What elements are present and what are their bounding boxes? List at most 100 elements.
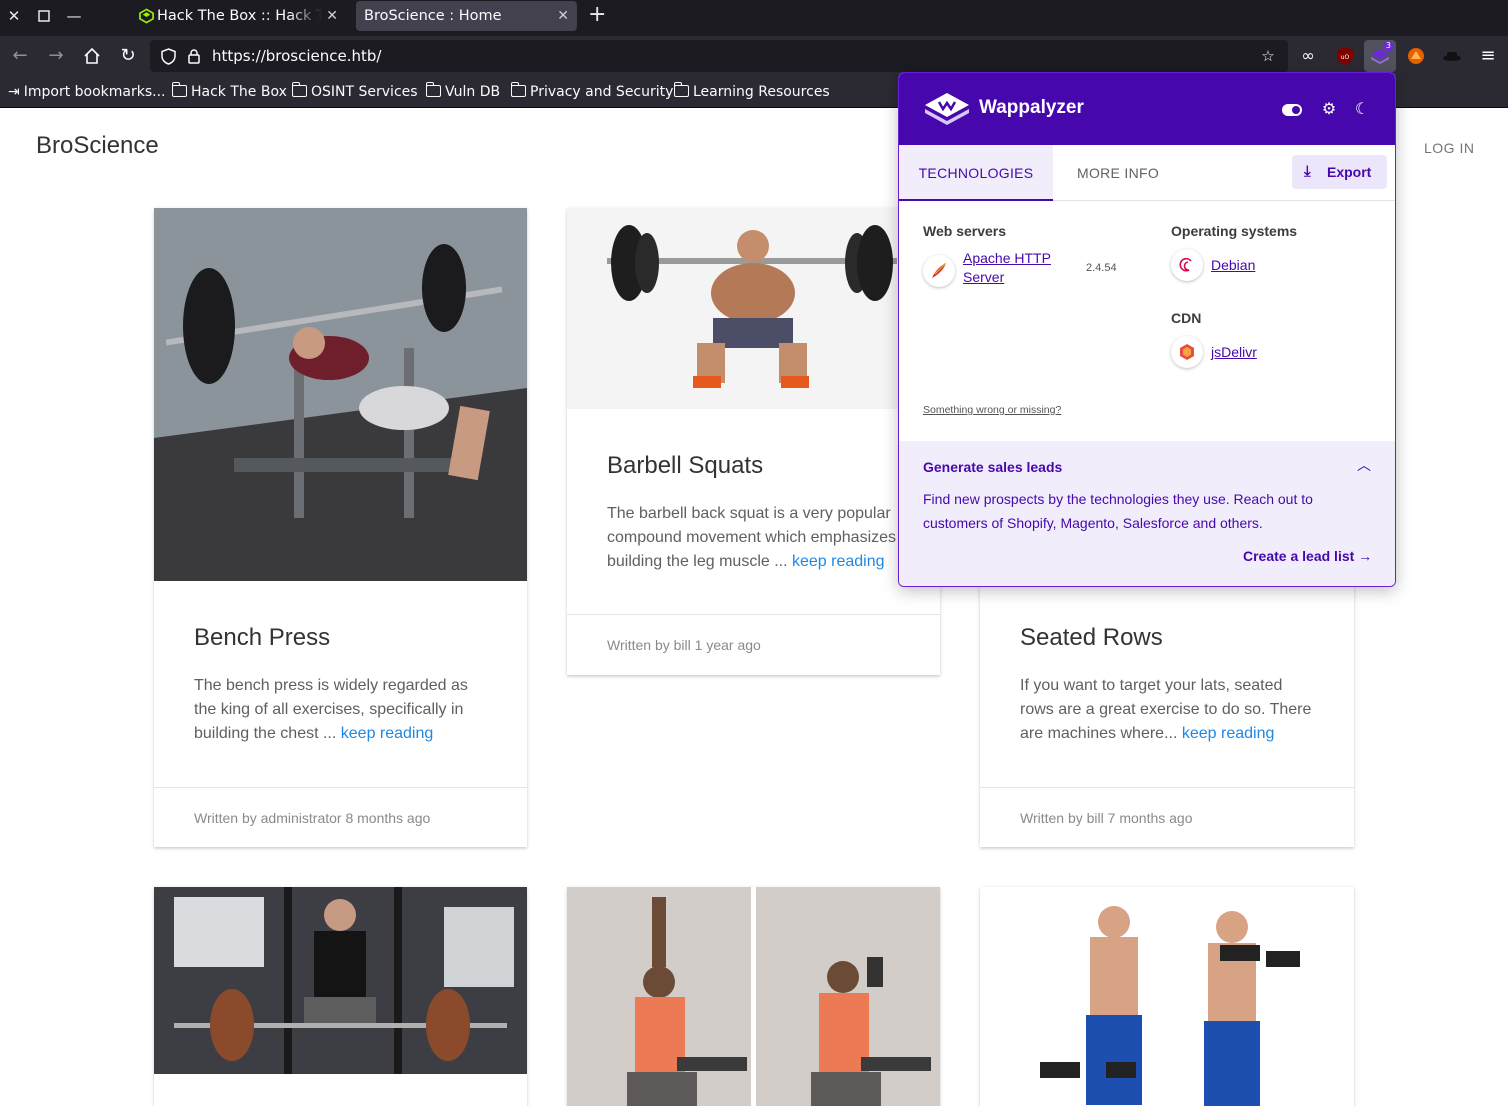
post-card-barbell-squats[interactable]: Barbell Squats The barbell back squat is… <box>567 208 940 675</box>
bookmark-label: Vuln DB <box>445 84 501 100</box>
post-meta: Written by administrator 8 months ago <box>194 810 431 826</box>
folder-icon <box>171 82 187 97</box>
create-lead-list-link[interactable]: Create a lead list → <box>1243 548 1372 564</box>
bookmark-label: OSINT Services <box>311 84 418 100</box>
reload-icon[interactable]: ↻ <box>116 44 140 68</box>
bookmark-import[interactable]: ⇥ Import bookmarks... <box>8 82 166 102</box>
post-excerpt: The barbell back squat is a very popular… <box>607 502 907 574</box>
close-tab-icon[interactable]: ✕ <box>557 1 569 31</box>
bookmark-label: Learning Resources <box>693 84 830 100</box>
tech-name-line1: Apache HTTP <box>963 250 1051 266</box>
folder-icon <box>291 82 307 97</box>
post-excerpt: If you want to target your lats, seated … <box>1020 674 1320 746</box>
foxyproxy-icon[interactable] <box>1405 45 1427 67</box>
shield-icon[interactable] <box>158 46 178 66</box>
bookmark-label: Import bookmarks... <box>23 84 166 100</box>
post-image-deadlift[interactable] <box>154 887 527 1074</box>
tab-broscience[interactable]: BroScience : Home ✕ <box>356 1 577 31</box>
menu-icon[interactable]: ≡ <box>1476 44 1500 68</box>
post-card-seated-rows[interactable]: Seated Rows If you want to target your l… <box>980 568 1354 847</box>
tab-title: BroScience : Home <box>364 8 502 24</box>
tab-bar: ✕ — Hack The Box :: Hack The Box ✕ BroSc… <box>0 0 1508 36</box>
extension-badge: 3 <box>1383 41 1393 51</box>
keep-reading-link[interactable]: keep reading <box>341 725 434 742</box>
close-window-icon[interactable]: ✕ <box>4 6 24 26</box>
tab-title: Hack The Box :: Hack The Box <box>157 8 322 24</box>
post-image-barbell-squats[interactable] <box>567 208 940 409</box>
post-title[interactable]: Bench Press <box>194 624 330 652</box>
export-label: Export <box>1327 164 1372 180</box>
post-meta: Written by bill 7 months ago <box>1020 810 1193 826</box>
post-image-bench-press[interactable] <box>154 208 527 581</box>
tab-technologies[interactable]: TECHNOLOGIES <box>899 145 1053 201</box>
keep-reading-link[interactable]: keep reading <box>1182 725 1275 742</box>
tab-more-info[interactable]: MORE INFO <box>1077 145 1159 201</box>
bookmark-label: Hack The Box <box>191 84 287 100</box>
leads-title[interactable]: Generate sales leads <box>923 459 1062 475</box>
post-excerpt: The bench press is widely regarded as th… <box>194 674 494 746</box>
post-footer: Written by bill 7 months ago <box>980 787 1354 847</box>
cta-label: Create a lead list <box>1243 548 1355 564</box>
wappalyzer-extension-button[interactable]: 3 <box>1364 40 1396 72</box>
post-title[interactable]: Barbell Squats <box>607 452 763 480</box>
settings-gear-icon[interactable]: ⚙ <box>1318 99 1340 121</box>
tech-jsdelivr-link[interactable]: jsDelivr <box>1211 343 1257 362</box>
post-card-dumbbell-curls[interactable] <box>980 887 1354 1106</box>
category-cdn: CDN <box>1171 310 1202 326</box>
download-icon: ⤓ <box>1304 163 1311 180</box>
chevron-up-icon[interactable]: ︿ <box>1357 455 1371 475</box>
feedback-link[interactable]: Something wrong or missing? <box>923 404 1061 416</box>
minimize-window-icon[interactable]: — <box>64 6 84 26</box>
post-footer: Written by administrator 8 months ago <box>154 787 527 847</box>
ublock-origin-icon[interactable]: uO <box>1334 45 1356 67</box>
incognito-mask-icon[interactable]: ∞ <box>1297 45 1319 67</box>
close-tab-icon[interactable]: ✕ <box>326 1 338 31</box>
url-text: https://broscience.htb/ <box>212 47 382 65</box>
bookmark-folder-privacy-and-security[interactable]: Privacy and Security <box>510 82 674 102</box>
cookie-editor-icon[interactable] <box>1441 45 1463 67</box>
login-link[interactable]: LOG IN <box>1424 140 1474 156</box>
folder-icon <box>673 82 689 97</box>
navigation-toolbar: ← → ↻ https://broscience.htb/ ☆ ∞ uO 3 ≡ <box>0 36 1508 76</box>
toggle-switch[interactable] <box>1282 104 1302 116</box>
new-tab-button[interactable]: + <box>588 2 606 28</box>
lock-icon[interactable] <box>184 46 204 66</box>
tech-version: 2.4.54 <box>1086 262 1117 274</box>
tech-apache-http-server-link[interactable]: Apache HTTP Server <box>963 249 1051 287</box>
arrow-right-icon: → <box>1358 548 1373 564</box>
folder-icon <box>425 82 441 97</box>
bookmark-folder-learning-resources[interactable]: Learning Resources <box>673 82 830 102</box>
bookmark-folder-hack-the-box[interactable]: Hack The Box <box>171 82 287 102</box>
import-icon: ⇥ <box>8 84 20 100</box>
keep-reading-link[interactable]: keep reading <box>792 553 885 570</box>
bookmark-label: Privacy and Security <box>530 84 674 100</box>
post-card-deadlift[interactable] <box>154 887 527 1106</box>
site-brand[interactable]: BroScience <box>36 132 159 160</box>
tech-debian-link[interactable]: Debian <box>1211 256 1255 275</box>
tab-hack-the-box[interactable]: Hack The Box :: Hack The Box ✕ <box>131 1 346 31</box>
back-icon[interactable]: ← <box>8 44 32 68</box>
category-operating-systems: Operating systems <box>1171 223 1298 239</box>
folder-icon <box>510 82 526 97</box>
dark-mode-moon-icon[interactable]: ☾ <box>1351 99 1373 121</box>
post-title[interactable]: Seated Rows <box>1020 624 1163 652</box>
bookmark-folder-osint-services[interactable]: OSINT Services <box>291 82 418 102</box>
wappalyzer-popup: Wappalyzer ⚙ ☾ TECHNOLOGIES MORE INFO ⤓ … <box>898 72 1396 587</box>
post-image-dumbbell-curls[interactable] <box>980 887 1354 1106</box>
export-button[interactable]: ⤓ Export <box>1292 155 1387 189</box>
post-card-bench-press[interactable]: Bench Press The bench press is widely re… <box>154 208 527 847</box>
wappalyzer-title: Wappalyzer <box>979 97 1084 118</box>
post-image-triceps-extension[interactable] <box>567 887 940 1106</box>
post-footer: Written by bill 1 year ago <box>567 614 940 675</box>
bookmark-folder-vuln-db[interactable]: Vuln DB <box>425 82 501 102</box>
wappalyzer-tabs: TECHNOLOGIES MORE INFO ⤓ Export <box>899 145 1395 201</box>
debian-swirl-icon <box>1171 249 1203 281</box>
maximize-window-icon[interactable] <box>34 6 54 26</box>
forward-icon[interactable]: → <box>44 44 68 68</box>
leads-description: Find new prospects by the technologies t… <box>923 491 1313 531</box>
home-icon[interactable] <box>80 44 104 68</box>
bookmark-star-icon[interactable]: ☆ <box>1258 46 1278 66</box>
post-card-triceps-extension[interactable] <box>567 887 940 1106</box>
sales-leads-panel: Generate sales leads ︿ Find new prospect… <box>899 441 1395 586</box>
url-bar[interactable]: https://broscience.htb/ ☆ <box>150 40 1288 72</box>
